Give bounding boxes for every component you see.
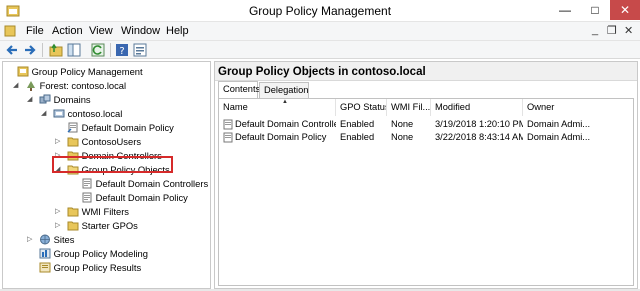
tree-label: Forest: contoso.local — [39, 80, 127, 91]
tree-item-gpo-default-domain-controllers[interactable]: Default Domain Controllers — [69, 177, 208, 190]
cell-name: Default Domain Controller... — [235, 119, 336, 129]
cell-owner: Domain Admi... — [527, 119, 591, 129]
cell-wmi-filter: None — [391, 119, 414, 129]
properties-icon[interactable] — [132, 42, 148, 58]
help-icon[interactable]: ? — [114, 42, 130, 58]
tree-item-gp-results[interactable]: Group Policy Results — [27, 261, 141, 274]
gpo-document-icon — [82, 178, 92, 189]
tab-contents[interactable]: Contents — [218, 81, 260, 98]
child-restore-button[interactable]: ❐ — [607, 24, 617, 37]
tree-item-forest[interactable]: ◢ Forest: contoso.local — [13, 79, 126, 92]
tree-item-wmi-filters[interactable]: ▷ WMI Filters — [55, 205, 129, 218]
gpo-document-icon — [82, 192, 92, 203]
console-icon — [4, 25, 16, 37]
cell-gpo-status: Enabled — [340, 132, 375, 142]
column-header-gpo-status[interactable]: GPO Status — [336, 99, 387, 116]
tree-label: Group Policy Results — [53, 262, 142, 273]
tree-label: Group Policy Management — [31, 66, 143, 77]
collapse-arrow-icon[interactable]: ◢ — [27, 93, 36, 106]
tree-label: Starter GPOs — [81, 220, 138, 231]
close-button[interactable]: ✕ — [610, 0, 640, 20]
highlight-box — [52, 156, 173, 173]
menu-file[interactable]: File — [26, 25, 44, 37]
back-icon[interactable] — [4, 42, 20, 58]
refresh-icon[interactable] — [90, 42, 106, 58]
tree-item-gpo-default-domain-policy[interactable]: Default Domain Policy — [69, 191, 188, 204]
collapse-arrow-icon[interactable]: ◢ — [41, 107, 50, 120]
sort-ascending-icon: ▲ — [282, 99, 288, 105]
column-header-wmi-filter[interactable]: WMI Fil... — [387, 99, 431, 116]
expand-arrow-icon[interactable]: ▷ — [55, 205, 64, 218]
cell-wmi-filter: None — [391, 132, 414, 142]
menu-help[interactable]: Help — [166, 25, 189, 37]
gpmc-root-icon — [17, 66, 29, 77]
title-bar: Group Policy Management — □ ✕ — [0, 0, 640, 22]
tree-label: Default Domain Policy — [81, 122, 174, 133]
sites-icon — [39, 234, 50, 245]
cell-owner: Domain Admi... — [527, 132, 591, 142]
expand-arrow-icon[interactable]: ▷ — [55, 135, 64, 148]
tree-label: Group Policy Modeling — [53, 248, 148, 259]
console-tree[interactable]: Group Policy Management ◢ Forest: contos… — [2, 61, 211, 289]
tree-item-contoso-users[interactable]: ▷ ContosoUsers — [55, 135, 141, 148]
domains-icon — [39, 94, 51, 104]
tree-item-sites[interactable]: ▷ Sites — [27, 233, 74, 246]
tree-item-domains[interactable]: ◢ Domains — [27, 93, 91, 106]
maximize-button[interactable]: □ — [580, 0, 610, 20]
child-close-button[interactable]: ✕ — [624, 24, 633, 37]
folder-icon — [67, 221, 79, 231]
gpo-list[interactable]: Name ▲ GPO Status WMI Fil... Modified Ow… — [218, 98, 634, 286]
expand-arrow-icon[interactable]: ▷ — [55, 219, 64, 232]
details-pane: Group Policy Objects in contoso.local Co… — [214, 61, 638, 289]
details-header: Group Policy Objects in contoso.local — [215, 62, 637, 81]
toolbar-separator — [42, 43, 43, 57]
tree-item-domain-contoso[interactable]: ◢ contoso.local — [41, 107, 122, 120]
column-header-modified[interactable]: Modified — [431, 99, 523, 116]
up-folder-icon[interactable] — [48, 42, 64, 58]
tree-label: WMI Filters — [81, 206, 129, 217]
tree-item-gp-modeling[interactable]: Group Policy Modeling — [27, 247, 148, 260]
tree-label: Default Domain Controllers — [95, 178, 209, 189]
cell-modified: 3/22/2018 8:43:14 AM — [435, 132, 523, 142]
tree-label: Sites — [53, 234, 75, 245]
column-header-name[interactable]: Name — [219, 99, 336, 116]
cell-modified: 3/19/2018 1:20:10 PM — [435, 119, 523, 129]
folder-icon — [67, 207, 79, 217]
forest-icon — [26, 81, 35, 91]
gpo-link-icon — [67, 122, 78, 133]
menu-view[interactable]: View — [89, 25, 113, 37]
modeling-icon — [39, 248, 51, 259]
toolbar-separator — [110, 43, 111, 57]
cell-name: Default Domain Policy — [235, 132, 327, 142]
menu-window[interactable]: Window — [121, 25, 160, 37]
tree-label: Domains — [53, 94, 91, 105]
child-minimize-button[interactable]: _ — [592, 24, 598, 36]
ou-folder-icon — [67, 137, 79, 147]
minimize-button[interactable]: — — [550, 0, 580, 20]
forward-icon[interactable] — [22, 42, 38, 58]
tree-label: Default Domain Policy — [95, 192, 188, 203]
column-header-owner[interactable]: Owner — [523, 99, 634, 116]
domain-icon — [53, 109, 65, 118]
show-tree-icon[interactable] — [66, 42, 82, 58]
toolbar: ? — [0, 41, 640, 59]
menu-action[interactable]: Action — [52, 25, 83, 37]
collapse-arrow-icon[interactable]: ◢ — [13, 79, 22, 92]
tab-delegation[interactable]: Delegation — [259, 82, 309, 98]
expand-arrow-icon[interactable]: ▷ — [27, 233, 36, 246]
svg-text:?: ? — [119, 46, 124, 57]
tree-item-default-domain-policy-link[interactable]: Default Domain Policy — [55, 121, 174, 134]
tree-item-gpmc-root[interactable]: Group Policy Management — [5, 65, 143, 78]
menu-bar: File Action View Window Help _ ❐ ✕ — [0, 22, 640, 41]
cell-gpo-status: Enabled — [340, 119, 375, 129]
tree-item-starter-gpos[interactable]: ▷ Starter GPOs — [55, 219, 138, 232]
results-icon — [39, 262, 51, 273]
tree-label: contoso.local — [67, 108, 123, 119]
window-title: Group Policy Management — [248, 4, 392, 18]
tree-label: ContosoUsers — [81, 136, 142, 147]
